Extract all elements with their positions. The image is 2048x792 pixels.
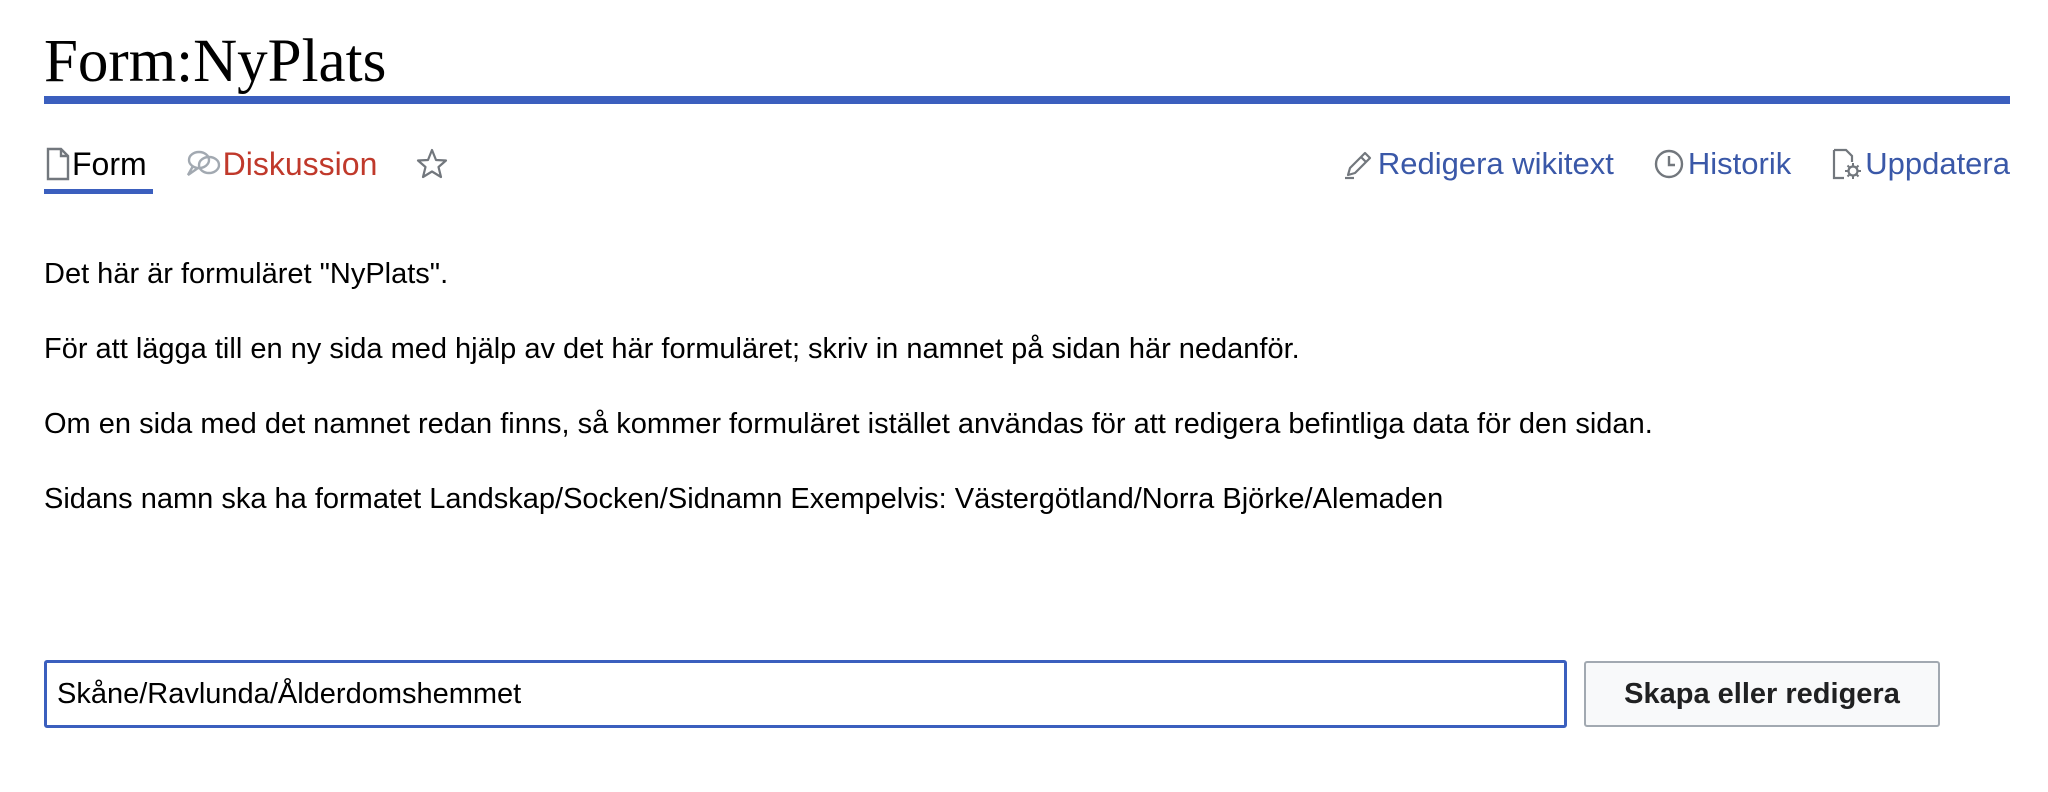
- watch-button[interactable]: [415, 140, 449, 188]
- page-icon: [44, 147, 72, 181]
- create-page-form: Skapa eller redigera: [44, 660, 1940, 728]
- tab-form[interactable]: Form: [44, 140, 153, 194]
- edit-wikitext-label: Redigera wikitext: [1377, 146, 1614, 181]
- purge-label: Uppdatera: [1865, 146, 2010, 181]
- history-link[interactable]: Historik: [1652, 146, 1791, 182]
- title-underline: [44, 96, 2010, 104]
- page-actions: Redigera wikitext Historik Uppdatera: [1304, 140, 2010, 188]
- history-label: Historik: [1687, 146, 1792, 181]
- page-name-input[interactable]: [44, 660, 1567, 728]
- create-or-edit-button[interactable]: Skapa eller redigera: [1584, 661, 1940, 727]
- tab-form-label: Form: [72, 145, 147, 182]
- instruction-paragraph: För att lägga till en ny sida med hjälp …: [44, 333, 1300, 365]
- form-description: Det här är formuläret "NyPlats". För att…: [44, 258, 1944, 558]
- edit-pencil-icon: [1342, 147, 1376, 181]
- clock-icon: [1652, 147, 1686, 181]
- tab-discussion-label: Diskussion: [222, 145, 378, 182]
- intro-paragraph: Det här är formuläret "NyPlats".: [44, 258, 449, 290]
- existing-page-paragraph: Om en sida med det namnet redan finns, s…: [44, 408, 1653, 440]
- star-icon: [415, 147, 449, 181]
- purge-link[interactable]: Uppdatera: [1829, 146, 2010, 182]
- namespace-tabs: Form Diskussion: [44, 140, 449, 196]
- page-settings-icon: [1829, 147, 1863, 181]
- edit-wikitext-link[interactable]: Redigera wikitext: [1342, 146, 1614, 182]
- page: Form:NyPlats Form Diskussion Redigera wi…: [0, 0, 2048, 792]
- page-title: Form:NyPlats: [44, 28, 387, 95]
- speech-bubbles-icon: [185, 147, 223, 181]
- tab-discussion[interactable]: Diskussion: [185, 140, 378, 188]
- format-paragraph: Sidans namn ska ha formatet Landskap/Soc…: [44, 483, 1444, 515]
